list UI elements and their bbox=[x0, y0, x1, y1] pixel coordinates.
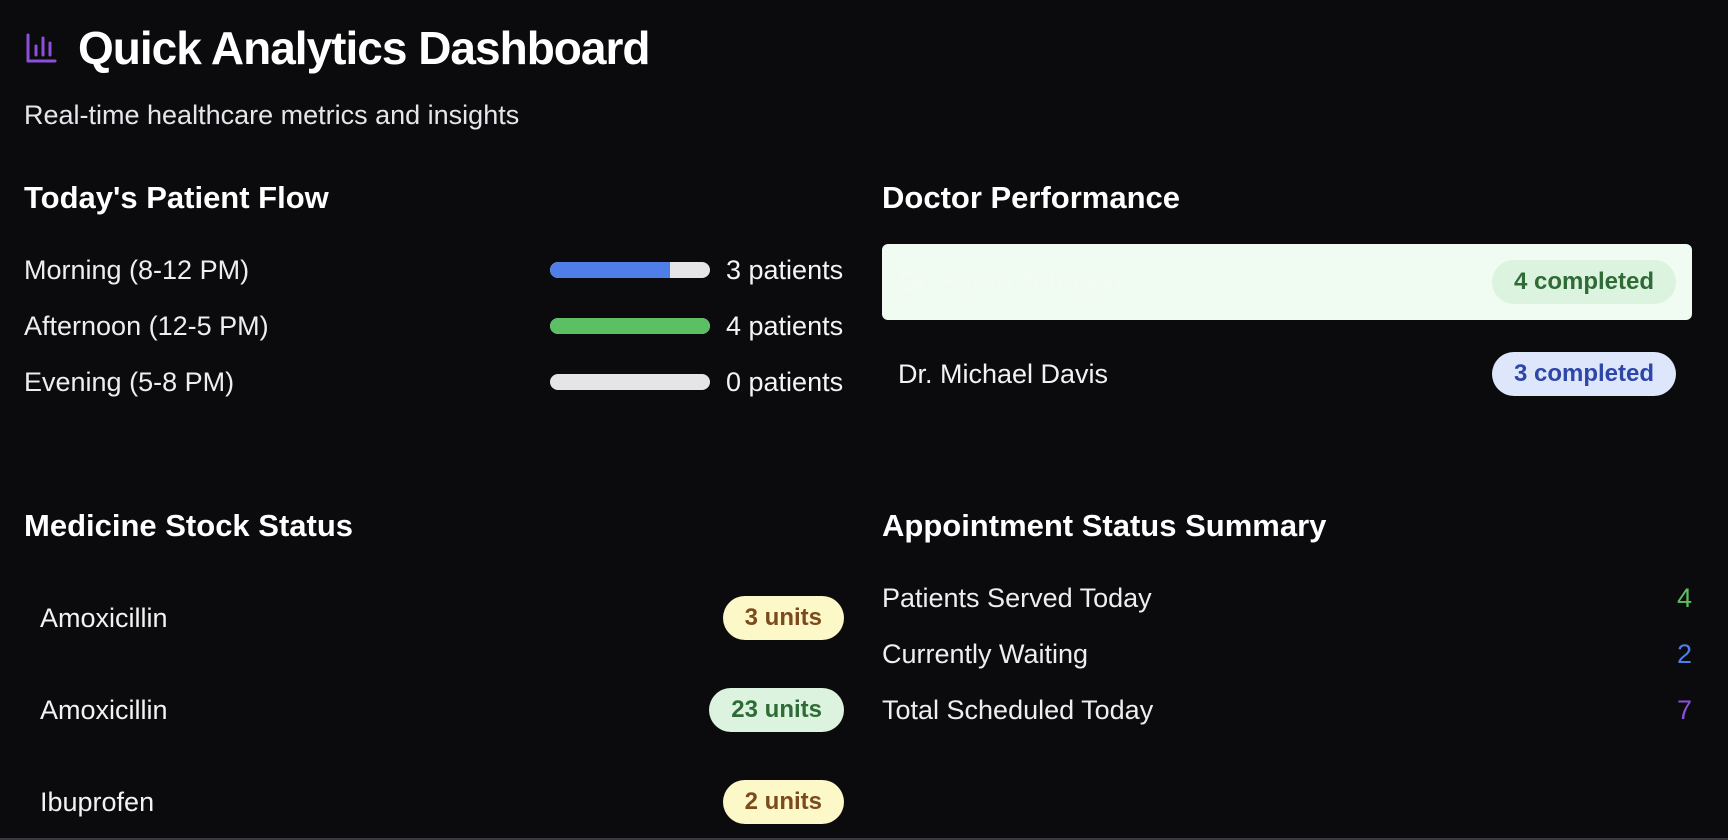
doctor-list: Dr. Sarah Johnson 4 completed Dr. Michae… bbox=[882, 244, 1692, 412]
summary-row: Currently Waiting 2 bbox=[882, 626, 1692, 682]
doctor-performance-title: Doctor Performance bbox=[882, 180, 1181, 215]
stock-badge: 23 units bbox=[709, 688, 844, 732]
doctor-name: Dr. Sarah Johnson bbox=[898, 266, 1122, 297]
summary-label: Total Scheduled Today bbox=[882, 694, 1154, 725]
medicine-name: Amoxicillin bbox=[40, 602, 168, 633]
summary-row: Total Scheduled Today 7 bbox=[882, 682, 1692, 738]
medicine-stock-title: Medicine Stock Status bbox=[24, 508, 354, 543]
stock-row: Amoxicillin 3 units bbox=[24, 572, 860, 664]
flow-progress-bar bbox=[550, 318, 710, 334]
page-subtitle: Real-time healthcare metrics and insight… bbox=[24, 100, 520, 130]
summary-value: 7 bbox=[1676, 694, 1692, 725]
doctor-row[interactable]: Dr. Michael Davis 3 completed bbox=[882, 336, 1692, 412]
stock-row: Ibuprofen 2 units bbox=[24, 756, 860, 840]
flow-value: 3 patients bbox=[726, 254, 844, 285]
medicine-name: Ibuprofen bbox=[40, 786, 155, 817]
summary-row: Patients Served Today 4 bbox=[882, 570, 1692, 626]
appointment-summary-title: Appointment Status Summary bbox=[882, 508, 1327, 543]
completed-badge: 4 completed bbox=[1491, 260, 1676, 304]
doctor-row[interactable]: Dr. Sarah Johnson 4 completed bbox=[882, 244, 1692, 320]
flow-row-afternoon: Afternoon (12-5 PM) 4 patients bbox=[24, 298, 860, 354]
flow-label: Morning (8-12 PM) bbox=[24, 254, 250, 285]
flow-progress-fill bbox=[550, 262, 670, 278]
medicine-stock-section: Medicine Stock Status Amoxicillin 3 unit… bbox=[24, 506, 860, 840]
summary-value: 4 bbox=[1676, 582, 1692, 613]
doctor-performance-section: Doctor Performance Dr. Sarah Johnson 4 c… bbox=[882, 178, 1692, 428]
patient-flow-list: Morning (8-12 PM) 3 patients Afternoon (… bbox=[24, 242, 860, 410]
flow-label: Afternoon (12-5 PM) bbox=[24, 310, 269, 341]
flow-value: 0 patients bbox=[726, 366, 844, 397]
flow-row-morning: Morning (8-12 PM) 3 patients bbox=[24, 242, 860, 298]
flow-label: Evening (5-8 PM) bbox=[24, 366, 235, 397]
analytics-dashboard: Quick Analytics Dashboard Real-time heal… bbox=[0, 0, 1728, 840]
summary-label: Patients Served Today bbox=[882, 582, 1152, 613]
medicine-name: Amoxicillin bbox=[40, 694, 168, 725]
page-title: Quick Analytics Dashboard bbox=[78, 22, 650, 74]
summary-value: 2 bbox=[1676, 638, 1692, 669]
flow-row-evening: Evening (5-8 PM) 0 patients bbox=[24, 354, 860, 410]
stock-badge: 3 units bbox=[722, 596, 844, 640]
patient-flow-section: Today's Patient Flow Morning (8-12 PM) 3… bbox=[24, 178, 860, 428]
flow-progress-bar bbox=[550, 262, 710, 278]
flow-progress-bar bbox=[550, 374, 710, 390]
dashboard-header: Quick Analytics Dashboard bbox=[24, 20, 1704, 76]
bar-chart-icon bbox=[24, 31, 58, 65]
appointment-summary-list: Patients Served Today 4 Currently Waitin… bbox=[882, 570, 1692, 738]
stock-badge: 2 units bbox=[722, 780, 844, 824]
summary-label: Currently Waiting bbox=[882, 638, 1089, 669]
medicine-stock-list: Amoxicillin 3 units Amoxicillin 23 units… bbox=[24, 572, 860, 840]
patient-flow-title: Today's Patient Flow bbox=[24, 180, 329, 215]
flow-value: 4 patients bbox=[726, 310, 844, 341]
doctor-name: Dr. Michael Davis bbox=[898, 358, 1109, 389]
completed-badge: 3 completed bbox=[1491, 352, 1676, 396]
stock-row: Amoxicillin 23 units bbox=[24, 664, 860, 756]
appointment-summary-section: Appointment Status Summary Patients Serv… bbox=[882, 506, 1692, 840]
flow-progress-fill bbox=[550, 318, 710, 334]
dashboard-grid: Today's Patient Flow Morning (8-12 PM) 3… bbox=[24, 178, 1704, 840]
